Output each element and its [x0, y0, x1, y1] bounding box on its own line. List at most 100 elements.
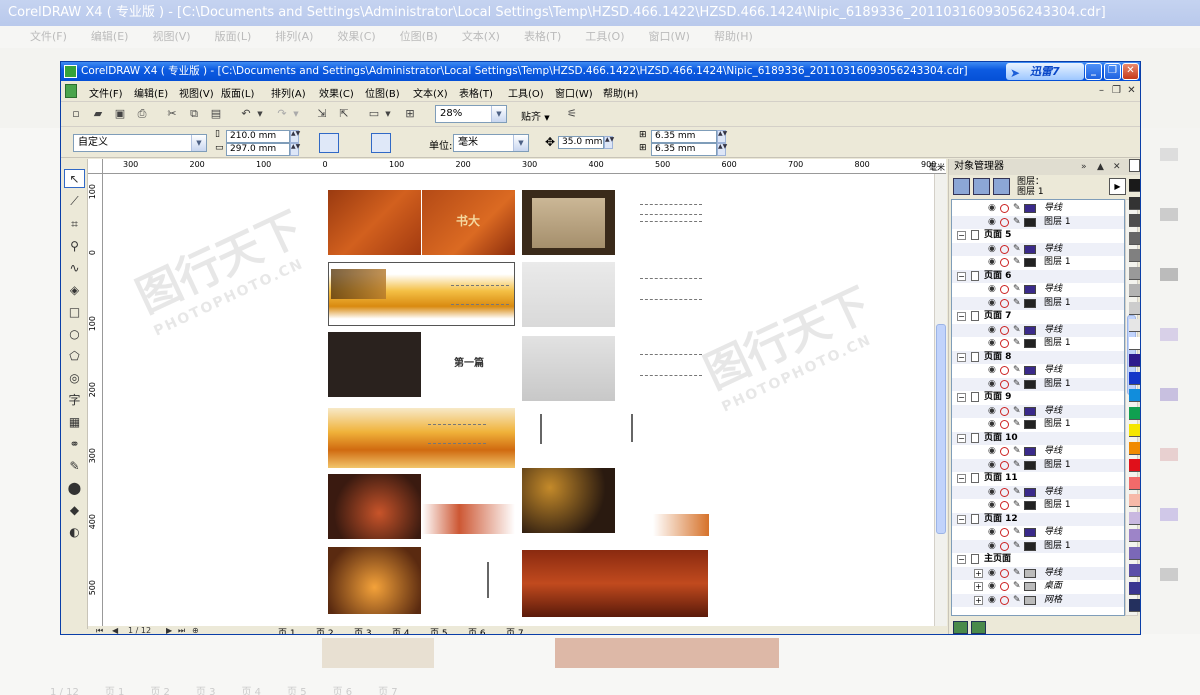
- page-width-field[interactable]: 210.0 mm: [226, 130, 290, 143]
- duplicate-y-field[interactable]: 6.35 mm: [651, 143, 717, 156]
- page-thumbnail[interactable]: [328, 262, 515, 326]
- color-swatch[interactable]: [1129, 196, 1140, 210]
- printable-toggle-icon[interactable]: [1000, 541, 1009, 551]
- layer-node[interactable]: ◉ ✎ 导线: [952, 445, 1124, 458]
- pick-tool-icon[interactable]: ↖: [64, 169, 85, 188]
- visibility-eye-icon[interactable]: ◉: [988, 256, 996, 269]
- editable-pencil-icon[interactable]: ✎: [1013, 256, 1021, 269]
- collapse-toggle-icon[interactable]: −: [957, 393, 966, 402]
- page-node[interactable]: − 主页面: [952, 553, 1124, 566]
- shape-tool-icon[interactable]: ⟋: [64, 192, 85, 211]
- visibility-eye-icon[interactable]: ◉: [988, 324, 996, 337]
- editable-pencil-icon[interactable]: ✎: [1013, 445, 1021, 458]
- duplicate-y-stepper[interactable]: ▲▼: [717, 143, 727, 156]
- layer-node[interactable]: ◉ ✎ 导线: [952, 242, 1124, 256]
- page-thumbnail[interactable]: [328, 547, 421, 614]
- printable-toggle-icon[interactable]: [1000, 379, 1009, 389]
- nudge-distance-stepper[interactable]: ▲▼: [604, 136, 614, 149]
- page-size-select[interactable]: 自定义 ▼: [73, 134, 207, 152]
- nudge-distance-field[interactable]: 35.0 mm: [558, 136, 604, 149]
- layer-node[interactable]: ◉ ✎ 导线: [952, 485, 1124, 499]
- menu-item[interactable]: 排列(A): [271, 85, 306, 100]
- visibility-eye-icon[interactable]: ◉: [988, 297, 996, 310]
- interactive-blend-tool-icon[interactable]: ⚭: [64, 435, 85, 454]
- page-thumbnail[interactable]: [522, 336, 615, 401]
- visibility-eye-icon[interactable]: ◉: [988, 283, 996, 296]
- page-node[interactable]: − 页面 8: [952, 350, 1124, 364]
- color-swatch[interactable]: [1129, 476, 1140, 490]
- no-color-swatch[interactable]: [1129, 159, 1140, 172]
- table-tool-icon[interactable]: ▦: [64, 413, 85, 432]
- printable-toggle-icon[interactable]: [1000, 582, 1009, 591]
- layer-node[interactable]: ◉ ✎ 图层 1: [952, 256, 1124, 269]
- menu-item[interactable]: 窗口(W): [555, 85, 593, 100]
- page-node[interactable]: − 页面 10: [952, 431, 1124, 445]
- duplicate-x-stepper[interactable]: ▲▼: [717, 130, 727, 143]
- printable-toggle-icon[interactable]: [1000, 595, 1009, 605]
- editable-pencil-icon[interactable]: ✎: [1013, 202, 1021, 215]
- visibility-eye-icon[interactable]: ◉: [988, 418, 996, 431]
- visibility-eye-icon[interactable]: ◉: [988, 364, 996, 377]
- eyedropper-tool-icon[interactable]: ✎: [64, 457, 85, 476]
- interactive-fill-tool-icon[interactable]: ◐: [64, 523, 85, 542]
- editable-pencil-icon[interactable]: ✎: [1013, 594, 1021, 607]
- color-swatch[interactable]: [1129, 249, 1140, 262]
- all-pages-button[interactable]: [371, 133, 391, 153]
- expand-toggle-icon[interactable]: +: [974, 568, 983, 578]
- color-swatch[interactable]: [1129, 231, 1140, 245]
- visibility-eye-icon[interactable]: ◉: [988, 499, 996, 512]
- page-thumbnail[interactable]: [653, 514, 709, 536]
- document-icon[interactable]: [65, 84, 77, 98]
- redo-icon[interactable]: ↷: [275, 107, 289, 121]
- menu-item[interactable]: 编辑(E): [134, 85, 168, 100]
- layer-node[interactable]: + ◉ ✎ 网格: [952, 593, 1124, 607]
- color-swatch[interactable]: [1129, 599, 1140, 612]
- menu-item[interactable]: 表格(T): [459, 85, 493, 100]
- expand-toggle-icon[interactable]: +: [974, 595, 983, 605]
- drawing-canvas[interactable]: 书大 第一篇 图行天下 PHOTOPHOTO.CN 图行天下 PHOTOPHOT…: [103, 174, 934, 628]
- ruler-origin[interactable]: [88, 159, 103, 174]
- collapse-toggle-icon[interactable]: −: [957, 514, 966, 524]
- editable-pencil-icon[interactable]: ✎: [1013, 486, 1021, 499]
- collapse-toggle-icon[interactable]: −: [957, 271, 966, 281]
- restore-button[interactable]: ❐: [1104, 63, 1121, 80]
- printable-toggle-icon[interactable]: [1000, 487, 1009, 497]
- menu-item[interactable]: 位图(B): [365, 85, 400, 100]
- layer-node[interactable]: ◉ ✎ 图层 1: [952, 418, 1124, 431]
- menu-item[interactable]: 视图(V): [179, 85, 214, 100]
- page-node[interactable]: − 页面 6: [952, 269, 1124, 283]
- printable-toggle-icon[interactable]: [1000, 568, 1009, 578]
- zoom-level-select[interactable]: 28% ▼: [435, 105, 507, 123]
- first-page-icon[interactable]: ⏮: [96, 626, 103, 634]
- color-swatch[interactable]: [1129, 354, 1140, 367]
- editable-pencil-icon[interactable]: ✎: [1013, 405, 1021, 418]
- printable-toggle-icon[interactable]: [1000, 420, 1009, 429]
- new-master-layer-icon[interactable]: [971, 621, 986, 634]
- page-node[interactable]: − 页面 12: [952, 512, 1124, 526]
- layer-node[interactable]: ◉ ✎ 导线: [952, 202, 1124, 215]
- add-page-icon[interactable]: ⊕: [192, 626, 199, 634]
- smart-fill-tool-icon[interactable]: ◈: [64, 281, 85, 300]
- menu-item[interactable]: 效果(C): [319, 85, 354, 100]
- color-swatch[interactable]: [1129, 581, 1140, 595]
- visibility-eye-icon[interactable]: ◉: [988, 486, 996, 499]
- layer-node[interactable]: ◉ ✎ 导线: [952, 404, 1124, 418]
- docker-close-icon[interactable]: ✕: [1113, 159, 1121, 175]
- editable-pencil-icon[interactable]: ✎: [1013, 526, 1021, 539]
- color-swatch[interactable]: [1129, 214, 1140, 227]
- printable-toggle-icon[interactable]: [1000, 339, 1009, 348]
- editable-pencil-icon[interactable]: ✎: [1013, 580, 1021, 593]
- crop-tool-icon[interactable]: ⌗: [64, 215, 85, 234]
- layer-node[interactable]: ◉ ✎ 导线: [952, 364, 1124, 377]
- color-swatch[interactable]: [1129, 424, 1140, 437]
- color-swatch[interactable]: [1129, 564, 1140, 577]
- launcher-dropdown-icon[interactable]: ▼: [381, 107, 395, 121]
- visibility-eye-icon[interactable]: ◉: [988, 567, 996, 580]
- printable-toggle-icon[interactable]: [1000, 285, 1009, 294]
- visibility-eye-icon[interactable]: ◉: [988, 337, 996, 350]
- visibility-eye-icon[interactable]: ◉: [988, 405, 996, 418]
- layer-node[interactable]: ◉ ✎ 图层 1: [952, 458, 1124, 472]
- page-tab[interactable]: 页 4: [392, 626, 410, 634]
- docker-collapse-icon[interactable]: »: [1081, 159, 1087, 175]
- doc-minimize-icon[interactable]: –: [1095, 84, 1108, 97]
